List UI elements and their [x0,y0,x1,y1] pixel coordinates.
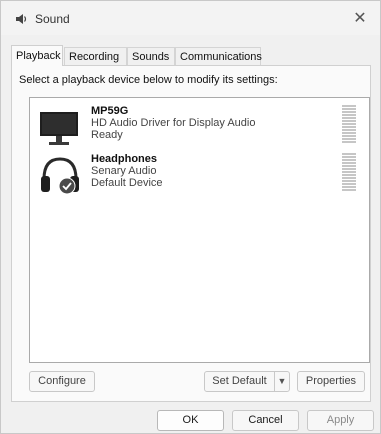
tab-playback[interactable]: Playback [11,45,63,66]
cancel-button[interactable]: Cancel [232,410,299,431]
device-item-mp59g[interactable]: MP59G HD Audio Driver for Display Audio … [30,103,369,151]
properties-button[interactable]: Properties [297,371,365,392]
close-button[interactable]: ✕ [340,1,380,35]
chevron-down-icon: ▼ [277,376,287,386]
device-name: MP59G [91,105,129,117]
device-item-headphones[interactable]: Headphones Senary Audio Default Device [30,151,369,199]
device-driver: HD Audio Driver for Display Audio [91,117,256,129]
sound-dialog: Sound ✕ Playback Recording Sounds Commun… [0,0,381,434]
set-default-dropdown-button[interactable]: ▼ [274,371,290,392]
monitor-icon [40,112,78,145]
tab-recording[interactable]: Recording [64,47,127,65]
apply-button[interactable]: Apply [307,410,374,431]
device-list[interactable]: MP59G HD Audio Driver for Display Audio … [29,97,370,363]
tab-sounds[interactable]: Sounds [127,47,175,65]
ok-button[interactable]: OK [157,410,224,431]
device-driver: Senary Audio [91,165,157,177]
set-default-button[interactable]: Set Default [204,371,275,392]
title-bar: Sound ✕ [1,1,380,35]
volume-level-meter [342,105,356,144]
device-name: Headphones [91,153,158,165]
close-icon: ✕ [353,10,367,27]
volume-level-meter [342,153,356,192]
tab-communications[interactable]: Communications [175,47,262,65]
instruction-text: Select a playback device below to modify… [19,74,278,86]
device-status: Ready [91,129,123,141]
speaker-icon [16,14,27,24]
device-status: Default Device [91,177,163,189]
default-checkmark-icon [58,177,76,195]
configure-button[interactable]: Configure [29,371,95,392]
window-title: Sound [35,12,70,26]
